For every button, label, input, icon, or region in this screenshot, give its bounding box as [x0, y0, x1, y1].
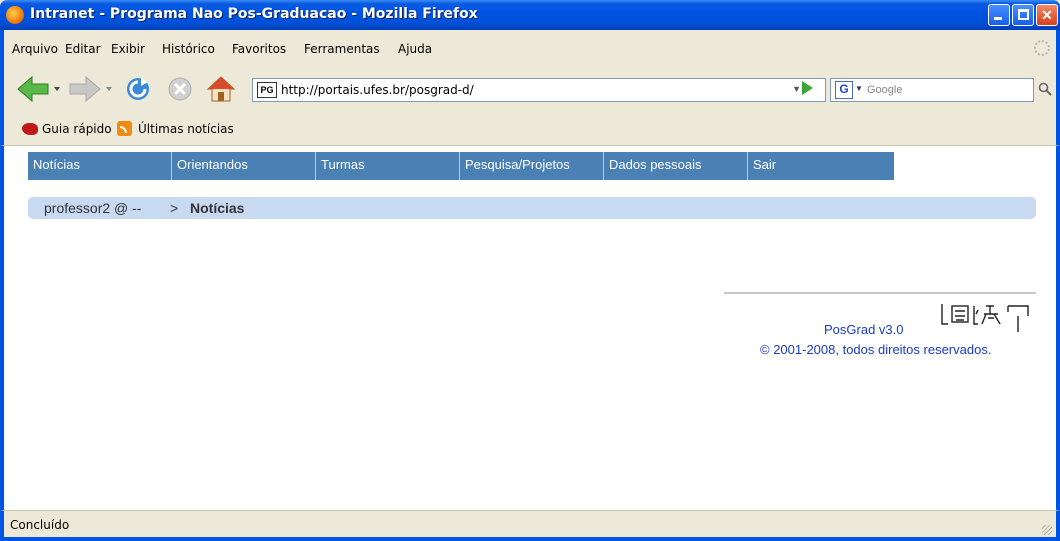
- firefox-icon: [6, 6, 24, 24]
- nav-tabs: Notícias Orientandos Turmas Pesquisa/Pro…: [28, 152, 894, 180]
- tab-orientandos[interactable]: Orientandos: [172, 152, 316, 180]
- menu-exibir[interactable]: Exibir: [111, 42, 145, 56]
- search-box[interactable]: G ▼ Google: [830, 78, 1034, 102]
- footer-divider: [724, 292, 1036, 294]
- bookmark-ultimas-noticias[interactable]: Últimas notícias: [138, 122, 234, 136]
- url-text[interactable]: http://portais.ufes.br/posgrad-d/: [281, 83, 474, 97]
- back-button[interactable]: [16, 75, 60, 103]
- url-bar[interactable]: PG http://portais.ufes.br/posgrad-d/ ▼: [252, 78, 826, 102]
- stop-icon[interactable]: [166, 75, 194, 103]
- resize-grip-icon[interactable]: [1042, 525, 1052, 535]
- posgrad-logo-icon: [941, 304, 1029, 332]
- footer-copyright: © 2001-2008, todos direitos reservados.: [760, 342, 992, 357]
- guia-rapido-icon: [22, 123, 38, 135]
- breadcrumb-separator: >: [170, 200, 179, 216]
- bookmarks-toolbar: Guia rápido Últimas notícias: [0, 112, 1060, 146]
- tab-noticias[interactable]: Notícias: [28, 152, 172, 180]
- breadcrumb-user: professor2 @ --: [44, 200, 142, 216]
- forward-button[interactable]: [68, 75, 112, 103]
- minimize-icon: [994, 17, 1002, 20]
- menu-arquivo[interactable]: Arquivo: [12, 42, 58, 56]
- menu-editar[interactable]: Editar: [65, 42, 101, 56]
- search-engine-icon[interactable]: G: [835, 81, 853, 99]
- menu-historico[interactable]: Histórico: [162, 42, 215, 56]
- throbber-icon: [1034, 40, 1050, 56]
- maximize-icon: [1018, 9, 1029, 20]
- search-icon[interactable]: [1038, 82, 1052, 96]
- home-icon[interactable]: [206, 75, 236, 103]
- reload-icon[interactable]: [124, 75, 152, 103]
- page-content: Notícias Orientandos Turmas Pesquisa/Pro…: [0, 146, 1060, 510]
- minimize-button[interactable]: [988, 4, 1010, 26]
- menu-favoritos[interactable]: Favoritos: [232, 42, 286, 56]
- tab-turmas[interactable]: Turmas: [316, 152, 460, 180]
- go-button-icon[interactable]: [802, 81, 813, 95]
- window-titlebar[interactable]: Intranet - Programa Nao Pos-Graduacao - …: [0, 0, 1060, 30]
- menu-ferramentas[interactable]: Ferramentas: [304, 42, 380, 56]
- menu-ajuda[interactable]: Ajuda: [398, 42, 432, 56]
- close-button[interactable]: ✕: [1036, 4, 1058, 26]
- site-favicon-icon: PG: [257, 82, 277, 98]
- search-engine-dropdown-icon[interactable]: ▼: [855, 84, 863, 93]
- breadcrumb-current: Notícias: [190, 200, 245, 216]
- url-dropdown-icon[interactable]: ▼: [792, 84, 801, 94]
- navigation-toolbar: PG http://portais.ufes.br/posgrad-d/ ▼ G…: [0, 66, 1060, 112]
- rss-feed-icon: [117, 121, 132, 136]
- status-text: Concluído: [10, 518, 70, 532]
- close-icon: ✕: [1041, 7, 1053, 23]
- menu-bar: Arquivo Editar Exibir Histórico Favorito…: [0, 30, 1060, 66]
- breadcrumb: professor2 @ -- > Notícias: [28, 197, 1036, 219]
- maximize-button[interactable]: [1012, 4, 1034, 26]
- tab-sair[interactable]: Sair: [748, 152, 892, 180]
- status-bar: Concluído: [0, 510, 1060, 541]
- tab-pesquisa-projetos[interactable]: Pesquisa/Projetos: [460, 152, 604, 180]
- tab-dados-pessoais[interactable]: Dados pessoais: [604, 152, 748, 180]
- bookmark-guia-rapido[interactable]: Guia rápido: [42, 122, 112, 136]
- window-title: Intranet - Programa Nao Pos-Graduacao - …: [30, 6, 478, 22]
- search-input[interactable]: Google: [867, 84, 902, 96]
- footer-version: PosGrad v3.0: [824, 322, 904, 337]
